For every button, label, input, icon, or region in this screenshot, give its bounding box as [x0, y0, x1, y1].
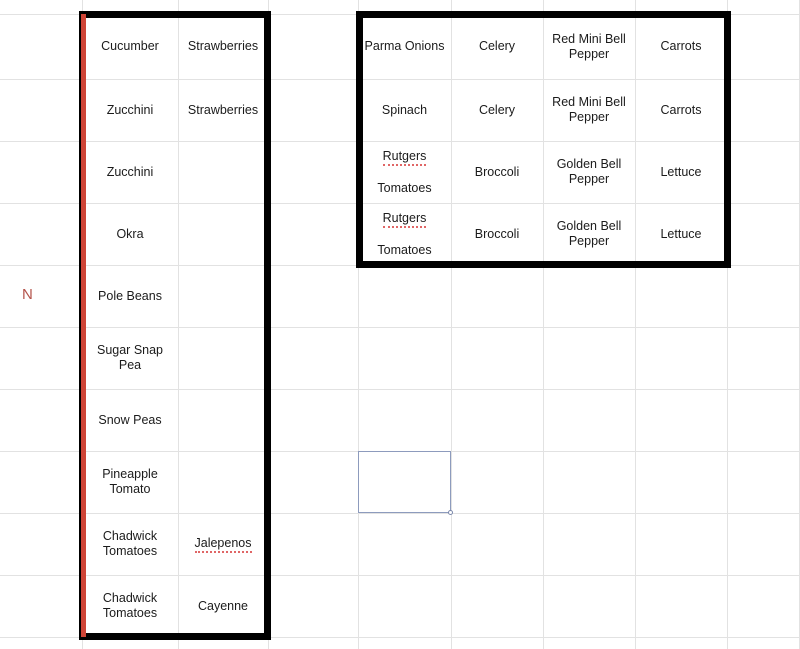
west-bed-cell-r9c1[interactable]: Cayenne: [178, 575, 268, 637]
active-cell-selection[interactable]: [358, 451, 453, 515]
misspelled-word: Rutgers: [382, 149, 427, 166]
gridline-row-10: [0, 637, 800, 638]
north-bed-cell-r2c0[interactable]: Rutgers Tomatoes: [358, 141, 451, 203]
north-bed-cell-r1c1[interactable]: Celery: [451, 79, 543, 141]
spreadsheet-canvas[interactable]: Cucumber Strawberries Zucchini Strawberries…: [0, 0, 800, 649]
north-bed-cell-r0c3[interactable]: Carrots: [635, 14, 727, 79]
north-bed-cell-r1c2[interactable]: Red Mini Bell Pepper: [543, 79, 635, 141]
west-bed-cell-r8c1[interactable]: Jalepenos: [178, 513, 268, 575]
west-edge-marker-bar: [81, 14, 86, 637]
north-bed-cell-r0c2[interactable]: Red Mini Bell Pepper: [543, 14, 635, 79]
north-bed-cell-r3c1[interactable]: Broccoli: [451, 203, 543, 265]
fill-handle[interactable]: [448, 510, 453, 515]
west-bed-cell-r6c1[interactable]: [178, 389, 268, 451]
west-bed-cell-r0c0[interactable]: Cucumber: [82, 14, 178, 79]
cell-text-rest: Tomatoes: [377, 242, 432, 257]
west-bed-cell-r4c1[interactable]: [178, 265, 268, 327]
north-bed-column-divider-1: [451, 14, 452, 265]
misspelled-word: Jalepenos: [194, 536, 252, 553]
north-bed-cell-r2c2[interactable]: Golden Bell Pepper: [543, 141, 635, 203]
north-bed-column-divider-2: [543, 14, 544, 265]
west-bed-cell-r0c1[interactable]: Strawberries: [178, 14, 268, 79]
north-bed-cell-r3c0[interactable]: Rutgers Tomatoes: [358, 203, 451, 265]
west-bed-cell-r4c0[interactable]: Pole Beans: [82, 265, 178, 327]
west-bed-cell-r3c0[interactable]: Okra: [82, 203, 178, 265]
north-bed-cell-r1c3[interactable]: Carrots: [635, 79, 727, 141]
north-bed-cell-r0c1[interactable]: Celery: [451, 14, 543, 79]
gridline-col-8: [727, 0, 728, 649]
cell-text-rest: Tomatoes: [377, 180, 432, 195]
misspelled-word: Rutgers: [382, 211, 427, 228]
north-bed-cell-r0c0[interactable]: Parma Onions: [358, 14, 451, 79]
north-bed-column-divider-3: [635, 14, 636, 265]
north-bed-cell-r3c3[interactable]: Lettuce: [635, 203, 727, 265]
west-bed-cell-r6c0[interactable]: Snow Peas: [82, 389, 178, 451]
west-bed-cell-r1c0[interactable]: Zucchini: [82, 79, 178, 141]
west-bed-cell-r2c1[interactable]: [178, 141, 268, 203]
west-bed-cell-r3c1[interactable]: [178, 203, 268, 265]
north-bed-cell-r3c2[interactable]: Golden Bell Pepper: [543, 203, 635, 265]
west-bed-cell-r5c1[interactable]: [178, 327, 268, 389]
west-bed-cell-r8c0[interactable]: Chadwick Tomatoes: [82, 513, 178, 575]
north-bed-cell-r2c1[interactable]: Broccoli: [451, 141, 543, 203]
gridline-col-3: [268, 0, 269, 649]
west-bed-cell-r9c0[interactable]: Chadwick Tomatoes: [82, 575, 178, 637]
compass-north-label: N: [22, 286, 33, 303]
north-bed-cell-r2c3[interactable]: Lettuce: [635, 141, 727, 203]
west-bed-column-divider: [178, 14, 179, 637]
west-bed-cell-r5c0[interactable]: Sugar Snap Pea: [82, 327, 178, 389]
west-bed-cell-r1c1[interactable]: Strawberries: [178, 79, 268, 141]
west-bed-cell-r7c1[interactable]: [178, 451, 268, 513]
west-bed-cell-r7c0[interactable]: Pineapple Tomato: [82, 451, 178, 513]
north-bed-cell-r1c0[interactable]: Spinach: [358, 79, 451, 141]
west-bed-cell-r2c0[interactable]: Zucchini: [82, 141, 178, 203]
